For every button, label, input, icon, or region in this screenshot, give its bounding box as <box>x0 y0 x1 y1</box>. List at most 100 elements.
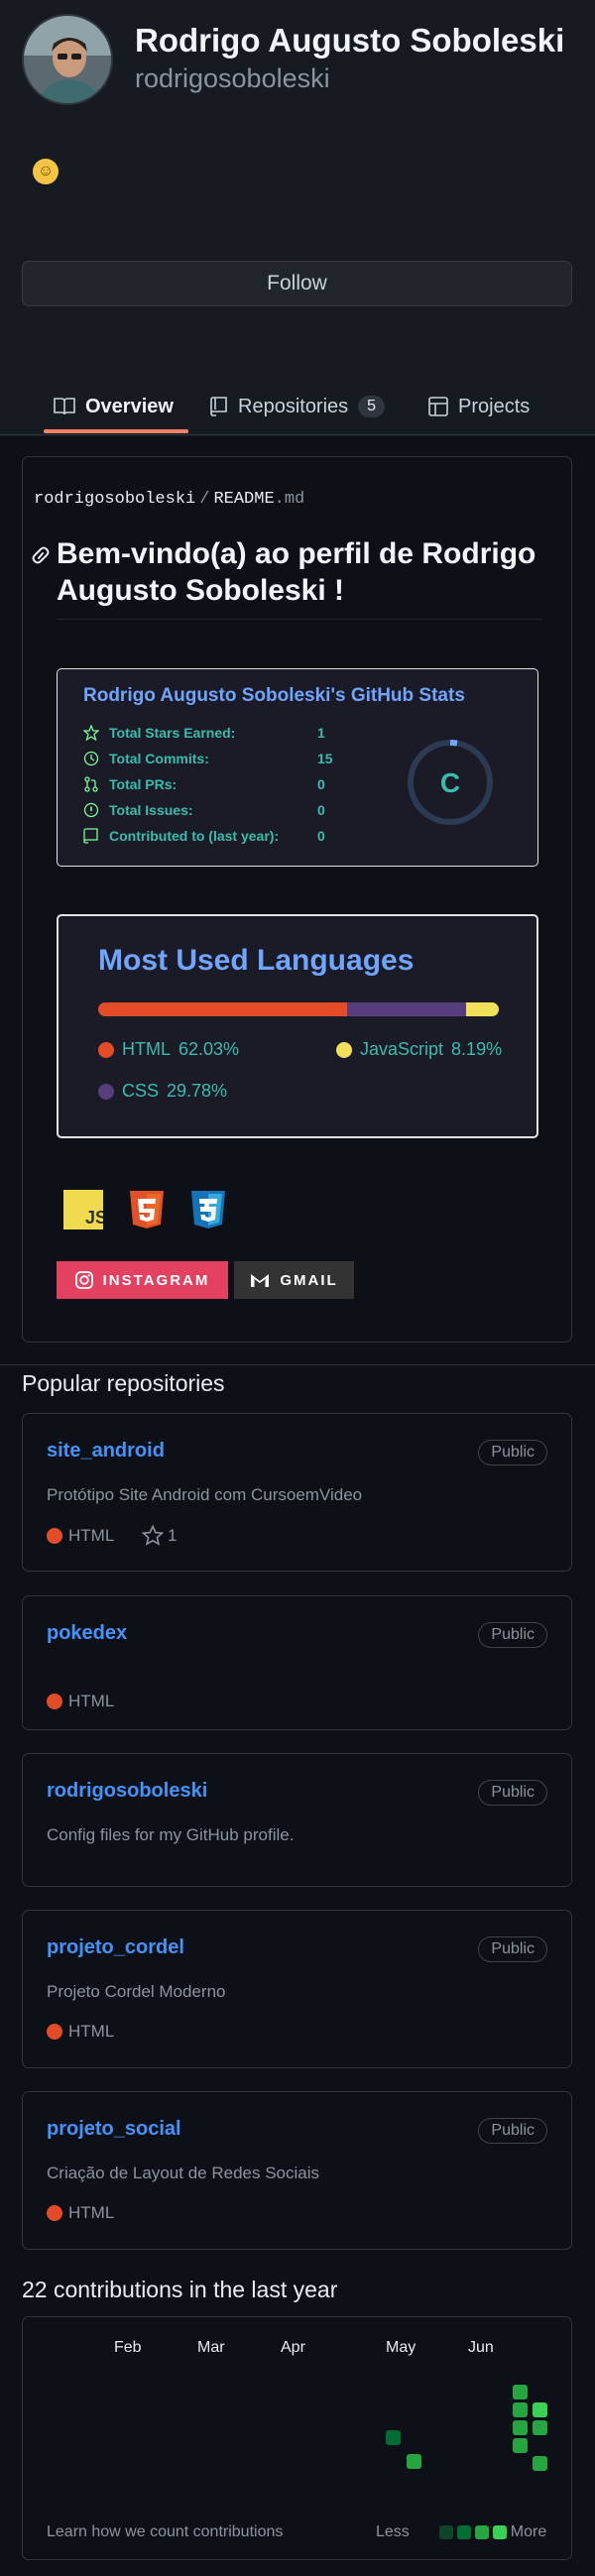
most-used-languages-card[interactable]: Most Used Languages HTML 62.03% JavaScri… <box>57 914 538 1138</box>
month-label: May <box>386 2339 416 2356</box>
tab-projects[interactable]: Projects <box>428 377 530 436</box>
month-label: Apr <box>281 2339 305 2356</box>
link-icon[interactable] <box>29 545 53 565</box>
stats-title: Rodrigo Augusto Soboleski's GitHub Stats <box>83 685 465 706</box>
stat-label: Total Stars Earned: <box>109 725 236 741</box>
language-dot <box>47 2205 62 2221</box>
contribution-cell[interactable] <box>513 2420 528 2435</box>
contribution-cell[interactable] <box>533 2420 547 2435</box>
contribution-cell[interactable] <box>513 2385 528 2400</box>
stat-row-commits: Total Commits: 15 <box>83 751 333 766</box>
contribution-graph: Feb Mar Apr May Jun Learn how we count c… <box>22 2316 572 2560</box>
month-label: Mar <box>197 2339 225 2356</box>
repo-language: HTML <box>47 1692 114 1711</box>
contributions-heading: 22 contributions in the last year <box>22 2277 338 2302</box>
language-percent: 62.03% <box>178 1039 240 1059</box>
header-divider <box>0 434 595 435</box>
visibility-badge: Public <box>478 1622 547 1648</box>
tab-label: Repositories <box>238 395 349 417</box>
learn-contributions-link[interactable]: Learn how we count contributions <box>47 2523 283 2541</box>
avatar[interactable] <box>22 14 113 105</box>
repo-icon <box>83 828 98 844</box>
readme-breadcrumb: rodrigosoboleski / README.md <box>34 490 304 509</box>
month-label: Feb <box>114 2339 142 2356</box>
readme-heading: Bem-vindo(a) ao perfil de Rodrigo August… <box>57 537 536 607</box>
instagram-badge[interactable]: INSTAGRAM <box>57 1261 228 1299</box>
profile-name: Rodrigo Augusto Soboleski <box>135 22 565 59</box>
languages-title: Most Used Languages <box>98 944 415 977</box>
star-icon <box>142 1525 164 1546</box>
legend-cell <box>456 2525 471 2539</box>
stat-label: Total Commits: <box>109 751 209 766</box>
repo-language-name: HTML <box>68 1692 115 1710</box>
language-percent: 29.78% <box>167 1081 228 1101</box>
pull-request-icon <box>84 776 98 792</box>
repo-description: Protótipo Site Android com CursoemVideo <box>47 1485 363 1504</box>
readme-ext: .md <box>274 490 305 509</box>
stat-value: 0 <box>317 802 325 818</box>
readme-file[interactable]: README <box>213 490 274 509</box>
contribution-cell[interactable] <box>533 2456 547 2471</box>
visibility-badge: Public <box>478 1780 547 1806</box>
repo-card: rodrigosoboleski Public Config files for… <box>22 1753 572 1887</box>
contribution-cell[interactable] <box>386 2430 401 2445</box>
status-emoji[interactable]: ☺ <box>33 159 59 184</box>
visibility-badge: Public <box>478 1440 547 1465</box>
repo-name-link[interactable]: projeto_social <box>47 2118 181 2141</box>
repo-name-link[interactable]: site_android <box>47 1440 165 1463</box>
repo-name-link[interactable]: pokedex <box>47 1622 127 1645</box>
readme-owner[interactable]: rodrigosoboleski <box>34 490 195 509</box>
github-stats-card[interactable]: Rodrigo Augusto Soboleski's GitHub Stats… <box>57 668 538 867</box>
repo-card: projeto_social Public Criação de Layout … <box>22 2091 572 2250</box>
contribution-cell[interactable] <box>513 2402 528 2417</box>
legend-cell <box>474 2525 489 2539</box>
repo-name-link[interactable]: rodrigosoboleski <box>47 1780 207 1803</box>
stat-label: Total Issues: <box>109 802 193 818</box>
legend-less: Less <box>376 2523 410 2540</box>
contribution-cell[interactable] <box>513 2438 528 2453</box>
tab-overview[interactable]: Overview <box>54 377 174 436</box>
contribution-cell[interactable] <box>533 2402 547 2417</box>
repo-language: HTML <box>47 1526 114 1546</box>
language-item-html: HTML 62.03% <box>98 1039 239 1060</box>
language-item-css: CSS 29.78% <box>98 1081 227 1102</box>
table-icon <box>428 397 448 416</box>
repo-language-name: HTML <box>68 1526 115 1545</box>
visibility-badge: Public <box>478 1936 547 1962</box>
repo-name-link[interactable]: projeto_cordel <box>47 1936 184 1959</box>
repo-language: HTML <box>47 2203 114 2223</box>
stat-value: 15 <box>317 751 333 766</box>
legend-cell <box>438 2525 453 2539</box>
month-label: Jun <box>468 2339 494 2356</box>
language-name: CSS <box>122 1081 160 1101</box>
stat-row-issues: Total Issues: 0 <box>83 802 325 818</box>
language-item-javascript: JavaScript 8.19% <box>336 1039 502 1060</box>
js-logo-text: JS <box>85 1208 103 1228</box>
language-dot <box>47 1694 62 1709</box>
language-bar-segment <box>465 1002 499 1016</box>
repo-description: Projeto Cordel Moderno <box>47 1982 226 2001</box>
repo-icon <box>210 397 227 416</box>
book-icon <box>54 398 75 415</box>
language-name: JavaScript <box>360 1039 444 1059</box>
instagram-label: INSTAGRAM <box>102 1271 210 1289</box>
instagram-icon <box>74 1271 93 1289</box>
tab-label: Projects <box>458 395 531 417</box>
stat-row-contributed: Contributed to (last year): 0 <box>83 828 325 844</box>
visibility-badge: Public <box>478 2118 547 2144</box>
gmail-icon <box>251 1273 270 1287</box>
stat-label: Total PRs: <box>109 776 178 792</box>
javascript-logo-icon: JS <box>63 1190 103 1229</box>
language-dot <box>336 1041 352 1058</box>
gmail-badge[interactable]: GMAIL <box>234 1261 354 1299</box>
contribution-cell[interactable] <box>407 2454 421 2469</box>
language-name: HTML <box>122 1039 171 1059</box>
repo-stars[interactable]: 1 <box>142 1525 177 1546</box>
legend-more: More <box>510 2523 547 2540</box>
tab-repositories[interactable]: Repositories 5 <box>210 377 386 436</box>
star-icon <box>83 725 99 741</box>
follow-button[interactable]: Follow <box>22 261 572 306</box>
repo-card: site_android Public Protótipo Site Andro… <box>22 1413 572 1572</box>
language-dot <box>98 1083 114 1100</box>
section-divider <box>0 1364 595 1365</box>
